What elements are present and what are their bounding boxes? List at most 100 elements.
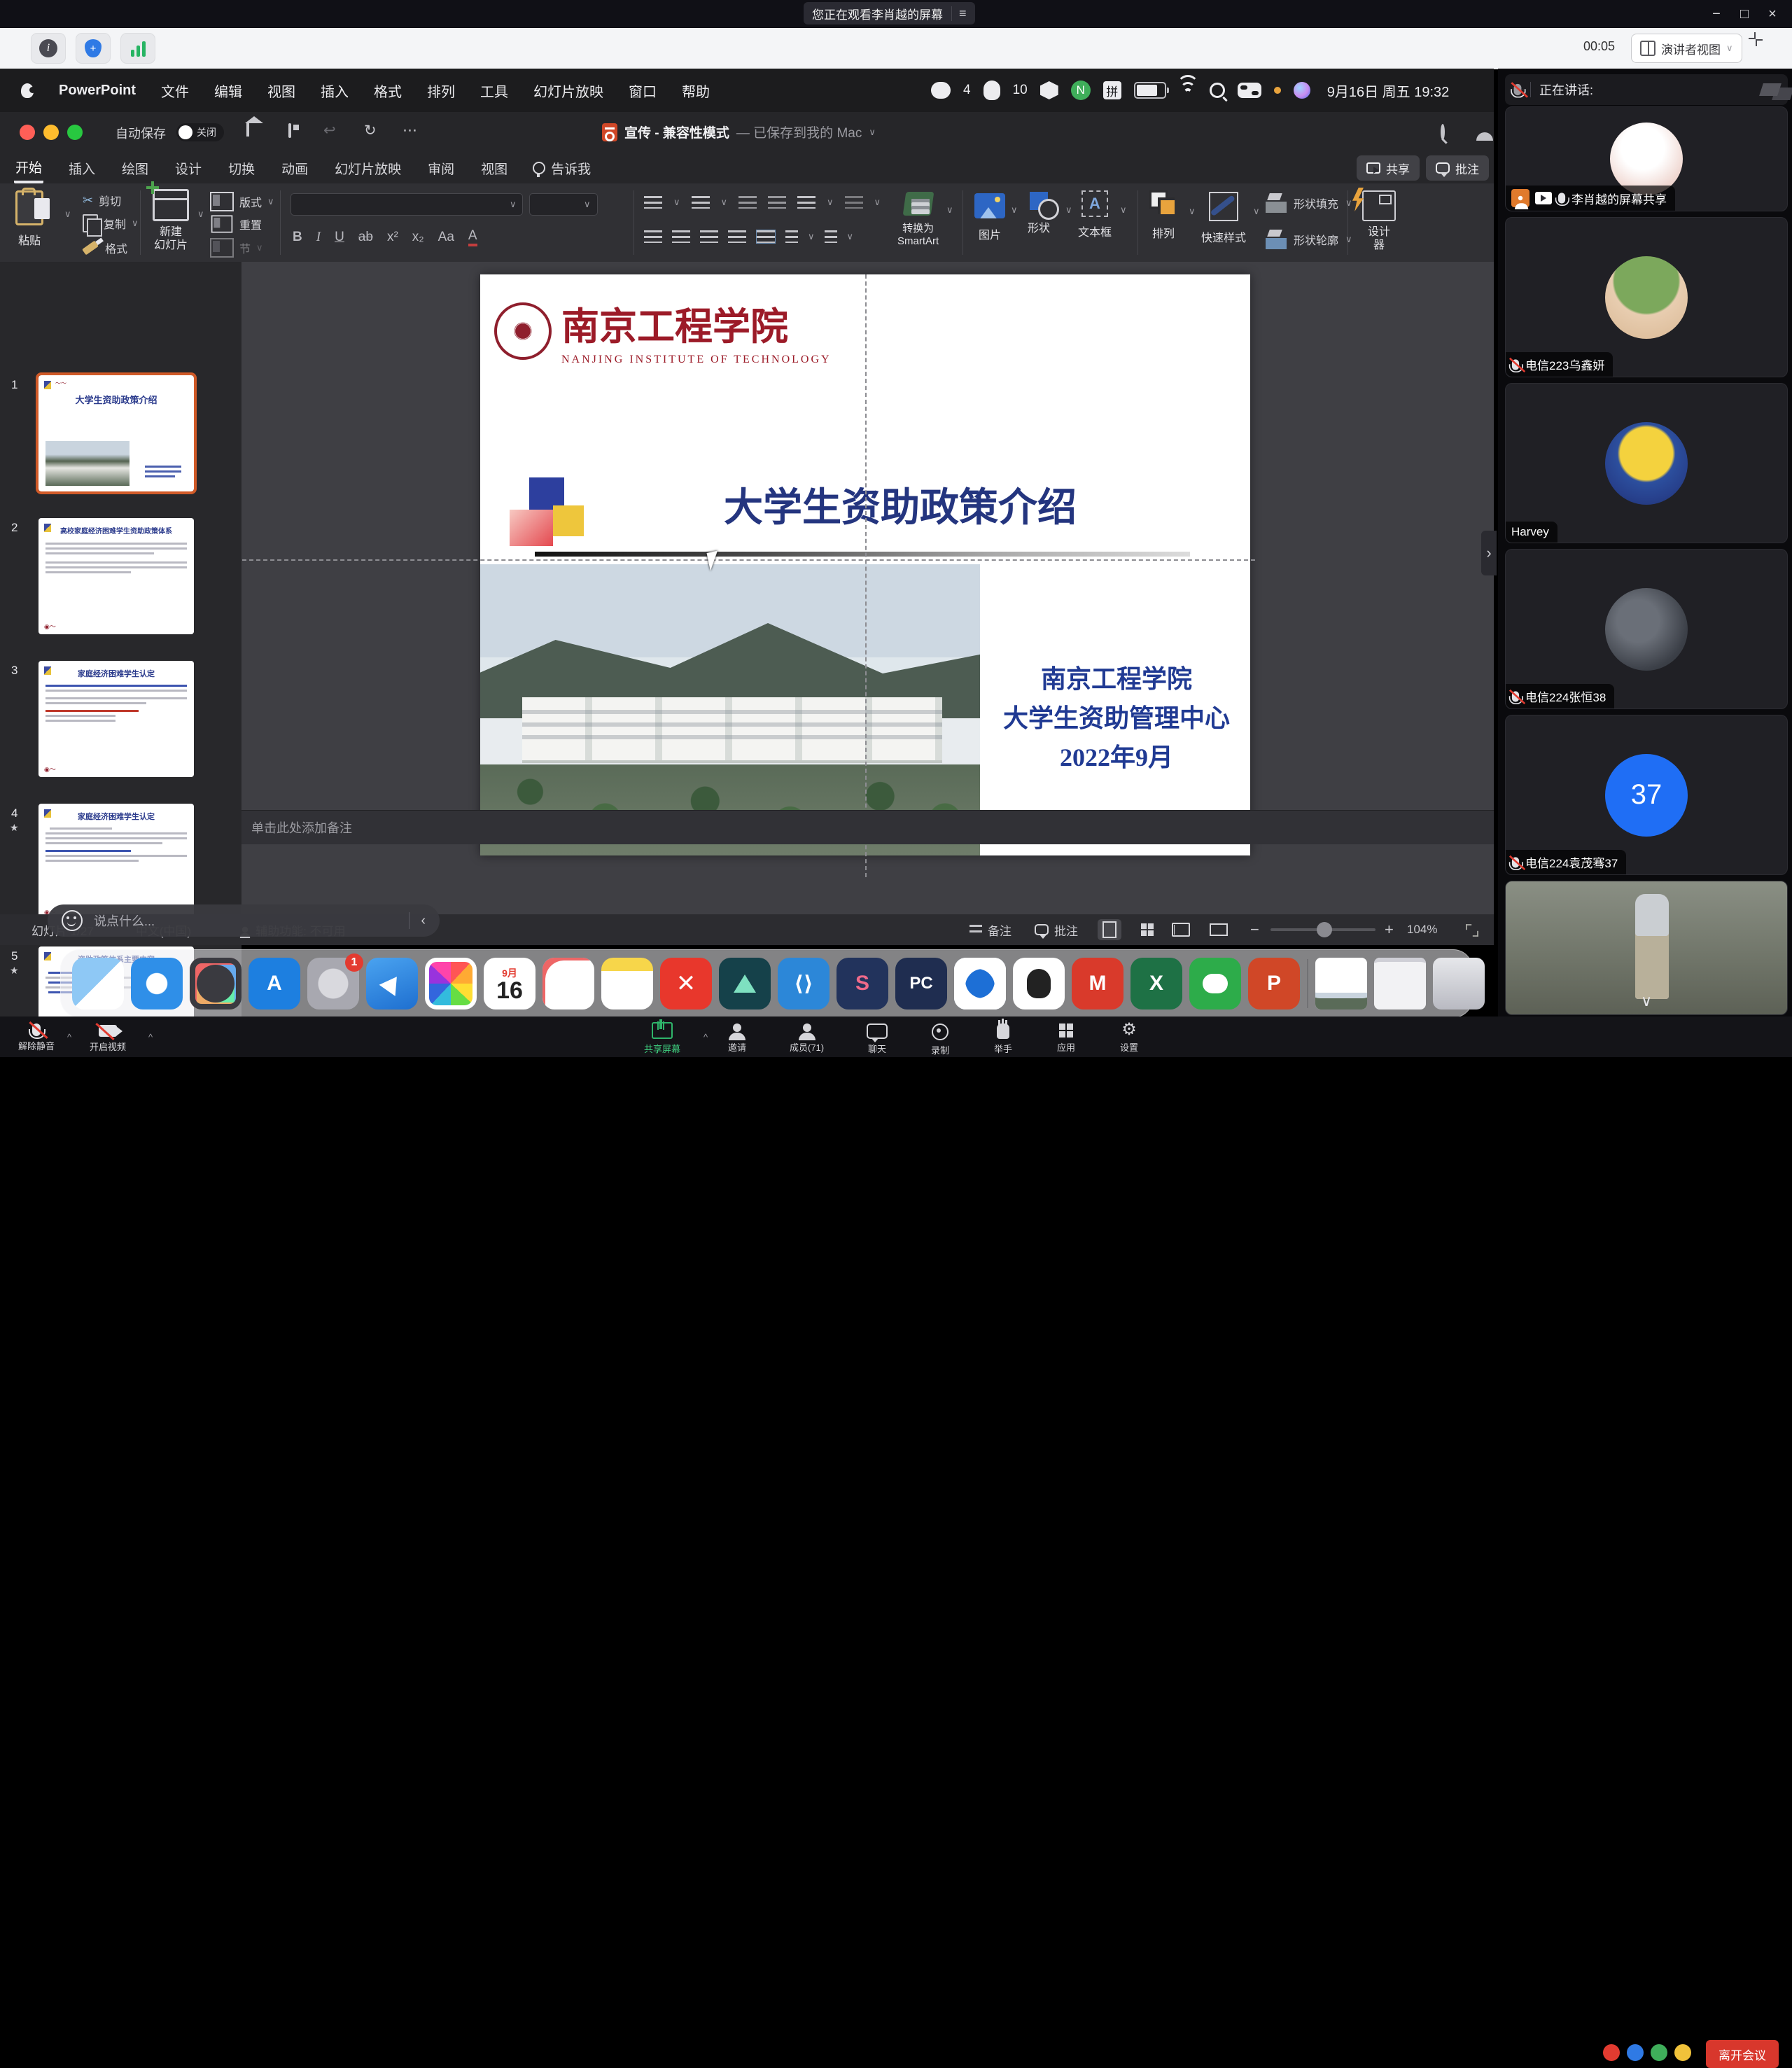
reading-view-button[interactable] (1169, 919, 1193, 940)
doc-title-chevron-icon[interactable]: ∨ (869, 127, 876, 138)
align-text-icon[interactable] (825, 230, 837, 243)
dock-reminders-icon[interactable] (542, 958, 594, 1009)
home-icon[interactable] (246, 123, 249, 137)
mic-chevron-icon[interactable]: ^ (67, 1032, 71, 1042)
comments-button[interactable]: 批注 (1426, 155, 1489, 181)
network-quality-button[interactable] (120, 33, 155, 64)
dock-finder-icon[interactable] (72, 958, 124, 1009)
dock-qq-icon[interactable] (1013, 958, 1065, 1009)
font-name-combo[interactable] (290, 193, 523, 216)
dock-teal-app-icon[interactable] (719, 958, 771, 1009)
raise-hand-button[interactable]: 举手 (994, 1023, 1012, 1055)
format-painter-button[interactable]: 格式 (83, 239, 127, 256)
siri-icon[interactable] (1294, 82, 1310, 99)
paste-button[interactable]: 粘贴 (15, 190, 43, 248)
sidebar-scroll-chevron-icon[interactable]: ∨ (1641, 992, 1652, 1010)
dock-appstore-icon[interactable]: A (248, 958, 300, 1009)
columns-chevron-icon[interactable]: ∨ (874, 197, 881, 208)
font-color-button[interactable]: A (468, 228, 477, 246)
quick-styles-chevron-icon[interactable]: ∨ (1253, 206, 1260, 217)
minimize-icon[interactable]: − (1702, 1, 1730, 27)
chat-quick-input[interactable]: 说点什么... ‹ (48, 904, 440, 937)
zoom-in-button[interactable]: + (1385, 921, 1394, 939)
slide-sorter-button[interactable] (1135, 919, 1159, 940)
share-chevron-icon[interactable]: ^ (704, 1032, 708, 1042)
columns-icon[interactable] (845, 196, 863, 209)
camera-chevron-icon[interactable]: ^ (148, 1032, 153, 1042)
text-direction-chevron-icon[interactable]: ∨ (808, 231, 815, 242)
maximize-icon[interactable]: □ (1730, 1, 1758, 27)
zoom-slider-knob[interactable] (1317, 922, 1332, 937)
tab-home[interactable]: 开始 (14, 153, 43, 183)
italic-button[interactable]: I (316, 230, 321, 245)
text-direction-icon[interactable] (785, 230, 798, 243)
notes-toggle-button[interactable]: 备注 (969, 921, 1011, 939)
dock-trash-icon[interactable] (1433, 958, 1485, 1009)
tab-view[interactable]: 视图 (479, 155, 509, 182)
dock-windows-icon[interactable] (954, 958, 1006, 1009)
share-button[interactable]: 共享 (1357, 155, 1420, 181)
underline-button[interactable]: U (335, 230, 344, 245)
n-app-status-icon[interactable]: N (1071, 81, 1091, 100)
superscript-button[interactable]: x² (387, 230, 398, 245)
tab-tell-me[interactable]: 告诉我 (533, 155, 592, 182)
dock-launchpad-icon[interactable] (190, 958, 241, 1009)
tab-draw[interactable]: 绘图 (120, 155, 150, 182)
app-status-icon[interactable] (1040, 81, 1058, 99)
save-icon[interactable] (288, 123, 291, 138)
menu-view[interactable]: 视图 (267, 81, 295, 101)
menu-help[interactable]: 帮助 (682, 81, 710, 101)
font-name-chevron-icon[interactable]: ∨ (510, 199, 517, 210)
slide-thumbnail-4[interactable]: 家庭经济困难学生认定 ◉〜 (38, 804, 194, 920)
org-text-block[interactable]: 南京工程学院 大学生资助管理中心 2022年9月 (987, 659, 1246, 777)
share-screen-button[interactable]: 共享屏幕 (644, 1022, 680, 1055)
arrange-button[interactable]: 排列 (1149, 190, 1177, 241)
dock-window-preview-1[interactable] (1315, 958, 1367, 1009)
dock-safari-icon[interactable] (131, 958, 183, 1009)
chat-button[interactable]: 聊天 (867, 1023, 888, 1055)
maximize-traffic-light[interactable] (67, 125, 83, 140)
align-center-icon[interactable] (672, 230, 690, 243)
new-slide-chevron-icon[interactable]: ∨ (197, 209, 204, 220)
reset-button[interactable]: 重置 (210, 214, 262, 234)
qq-status-icon[interactable] (983, 81, 1000, 100)
dock-window-preview-2[interactable] (1374, 958, 1426, 1009)
shapes-chevron-icon[interactable]: ∨ (1065, 204, 1072, 216)
doc-title[interactable]: 宣传 - 兼容性模式 (624, 123, 729, 141)
menu-file[interactable]: 文件 (161, 81, 189, 101)
numbering-icon[interactable] (692, 196, 710, 209)
banner-menu-icon[interactable]: ≡ (951, 6, 967, 21)
line-spacing-icon[interactable] (797, 196, 816, 209)
zoom-level[interactable]: 104% (1407, 923, 1437, 937)
strikethrough-button[interactable]: ab (358, 230, 373, 245)
cut-button[interactable]: ✂ 剪切 (83, 192, 121, 209)
subscript-button[interactable]: x₂ (412, 230, 424, 245)
tab-animations[interactable]: 动画 (280, 155, 309, 182)
dock-notes-icon[interactable] (601, 958, 653, 1009)
tab-transitions[interactable]: 切换 (227, 155, 256, 182)
slideshow-view-button[interactable] (1207, 919, 1231, 940)
participant-tile-4[interactable]: 电信224张恒38 (1505, 549, 1788, 709)
shape-outline-button[interactable]: 形状轮廓 ∨ (1266, 230, 1352, 249)
new-slide-button[interactable]: 新建 幻灯片 (153, 189, 189, 252)
designer-button[interactable]: 设计 器 (1362, 190, 1396, 252)
shapes-button[interactable]: 形状 (1028, 192, 1050, 235)
picture-chevron-icon[interactable]: ∨ (1011, 204, 1018, 216)
dock-wechat-icon[interactable] (1189, 958, 1241, 1009)
indent-decrease-icon[interactable] (738, 196, 757, 209)
change-case-button[interactable]: Aa (438, 230, 454, 245)
menu-tools[interactable]: 工具 (480, 81, 508, 101)
close-icon[interactable]: × (1758, 1, 1786, 27)
spotlight-search-icon[interactable] (1210, 83, 1225, 98)
smartart-button[interactable]: 转换为 SmartArt (897, 189, 939, 248)
fit-slide-icon[interactable] (1466, 924, 1478, 937)
wifi-icon[interactable] (1179, 83, 1197, 97)
align-justify-icon[interactable] (728, 230, 746, 243)
bold-button[interactable]: B (293, 230, 302, 245)
notes-pane[interactable]: 单击此处添加备注 (241, 810, 1494, 844)
control-center-icon[interactable] (1238, 83, 1261, 98)
zoom-slider[interactable] (1270, 928, 1376, 931)
pinyin-input-icon[interactable]: 拼 (1103, 81, 1121, 99)
arrange-chevron-icon[interactable]: ∨ (1189, 206, 1196, 217)
smartart-chevron-icon[interactable]: ∨ (946, 204, 953, 216)
